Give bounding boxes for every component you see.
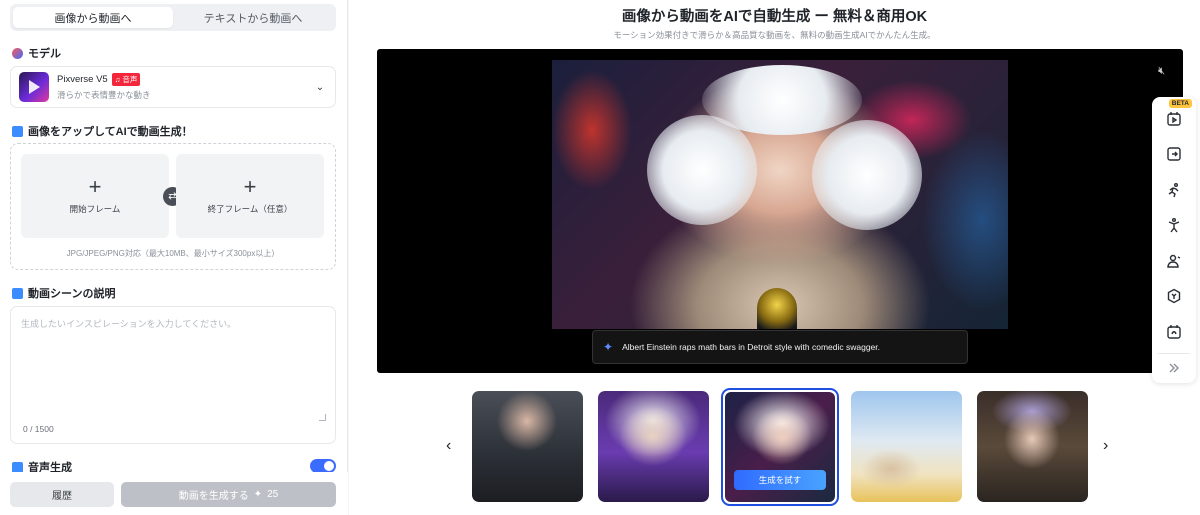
audio-badge: ♫ 音声 [111,73,141,86]
model-description: 滑らかで表情豊かな動き [57,90,151,100]
example-thumb[interactable] [472,391,583,502]
running-icon[interactable] [1165,181,1183,199]
chevron-down-icon[interactable]: ⌄ [313,80,327,94]
end-frame-label: 終了フレーム（任意） [207,204,293,214]
start-frame-label: 開始フレーム [69,204,121,214]
caption-text: Albert Einstein raps math bars in Detroi… [622,342,881,352]
toolbar-divider [1158,353,1190,354]
audio-toggle[interactable] [310,459,336,473]
hair-right [812,120,922,230]
collapse-icon[interactable] [1165,359,1183,377]
thumb-image [851,391,962,502]
frame-icon[interactable] [1165,145,1183,163]
example-thumb[interactable] [598,391,709,502]
prompt-box: 0 / 1500 [10,306,336,444]
audio-row: 音声生成 [12,459,336,474]
pixverse-logo [19,72,49,102]
upload-hint: JPG/JPEG/PNG対応（最大10MB、最小サイズ300px以上） [66,249,280,258]
example-thumb[interactable] [977,391,1088,502]
model-icon [12,47,23,59]
thumb-image [472,391,583,502]
model-section-title: モデル [12,45,61,61]
end-frame-upload[interactable]: + 終了フレーム（任意） [176,154,324,238]
left-footer: 履歴 動画を生成する ✦ 25 [0,472,348,515]
tab-image-to-video[interactable]: 画像から動画へ [13,7,173,28]
hair-top [702,65,862,135]
image-to-video-icon[interactable] [1165,110,1183,128]
model-section-label: モデル [28,48,61,60]
chevron-left-icon[interactable]: ‹ [446,437,451,455]
mute-icon[interactable]: 🔇︎ [1158,65,1165,78]
preview-video[interactable] [552,60,1008,329]
left-panel: 画像から動画へ テキストから動画へ モデル Pixverse V5 ♫ 音声 滑… [0,0,348,515]
upload-section-title: 画像をアップしてAIで動画生成！ [12,123,193,139]
tool-sidebar: BETA [1152,97,1196,383]
mode-tabs: 画像から動画へ テキストから動画へ [10,4,336,31]
audio-wave-icon [12,461,23,473]
beta-badge: BETA [1168,99,1192,108]
history-button[interactable]: 履歴 [10,482,114,507]
generate-button[interactable]: 動画を生成する ✦ 25 [121,482,336,507]
main-area: 画像から動画をAIで自動生成 ー 無料＆商用OK モーション効果付きで滑らか＆高… [349,0,1200,515]
generate-label: 動画を生成する [178,491,249,502]
resize-handle[interactable] [319,414,326,421]
video-player[interactable]: 🔇︎ ✦ Albert Einstein raps math bars in D… [377,49,1183,373]
start-frame-upload[interactable]: + 開始フレーム [21,154,169,238]
example-thumb-selected[interactable]: 生成を試す [721,388,839,506]
sparkle-icon: ✦ [603,340,614,354]
thumb-image [977,391,1088,502]
page-subtitle: モーション効果付きで滑らか＆高品質な動画を、無料の動画生成AIでかんたん生成。 [613,30,936,40]
thumb-image [598,391,709,502]
example-thumb[interactable] [851,391,962,502]
plus-icon: + [88,174,102,199]
credit-count: 25 [267,489,279,500]
prompt-section-title: 動画シーンの説明 [12,285,115,301]
model-selector[interactable]: Pixverse V5 ♫ 音声 滑らかで表情豊かな動き ⌄ [10,66,336,108]
image-icon [12,125,23,137]
prompt-input[interactable] [21,317,327,425]
effects-icon[interactable] [1165,323,1183,341]
character-counter: 0 / 1500 [23,424,54,434]
try-generate-button[interactable]: 生成を試す [734,470,826,490]
hair-left [647,115,757,225]
model-name: Pixverse V5 [57,74,108,85]
character-icon[interactable] [1165,252,1183,270]
upload-section-label: 画像をアップしてAIで動画生成！ [28,126,193,138]
edit-icon [12,287,23,299]
upload-area: + 開始フレーム ⇄ + 終了フレーム（任意） JPG/JPEG/PNG対応（最… [10,143,336,270]
tab-text-to-video[interactable]: テキストから動画へ [173,7,333,28]
plus-icon: + [243,174,257,199]
model-name-row: Pixverse V5 ♫ 音声 [57,73,313,86]
prompt-caption: ✦ Albert Einstein raps math bars in Detr… [592,330,968,364]
prompt-section-label: 動画シーンの説明 [28,288,116,300]
dance-icon[interactable] [1165,216,1183,234]
shield-icon[interactable] [1165,287,1183,305]
page-title: 画像から動画をAIで自動生成 ー 無料＆商用OK [621,9,928,25]
chevron-right-icon[interactable]: › [1103,437,1108,455]
microphone [757,288,797,329]
audio-badge-label: 音声 [122,75,138,84]
model-info: Pixverse V5 ♫ 音声 滑らかで表情豊かな動き [57,73,313,101]
example-carousel: ‹ 生成を試す › [349,388,1200,506]
sparkle-icon: ✦ [253,489,263,500]
